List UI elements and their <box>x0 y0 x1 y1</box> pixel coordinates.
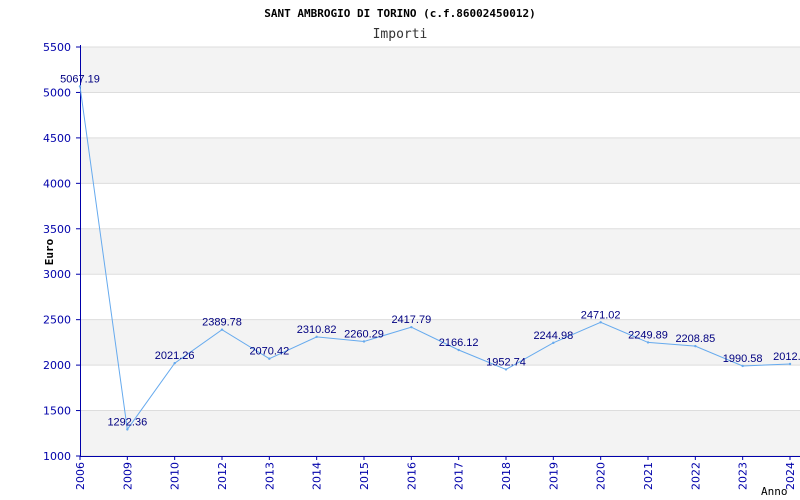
x-tick-label: 2017 <box>453 462 466 490</box>
grid-band <box>80 274 800 320</box>
data-point <box>78 85 82 88</box>
data-point <box>362 340 366 343</box>
data-point <box>599 321 602 324</box>
data-label: 2166.12 <box>439 337 479 349</box>
y-tick-label: 5000 <box>43 86 71 99</box>
x-tick-label: 2009 <box>121 462 134 490</box>
x-tick-label: 2021 <box>642 462 655 490</box>
x-tick-labels: 2006 2009 2010 2012 2013 2014 2015 2016 2017 2018… <box>74 456 797 490</box>
grid-band <box>80 228 800 275</box>
grid-band <box>80 92 800 138</box>
x-tick-label: 2012 <box>216 462 229 490</box>
data-label: 2260.29 <box>344 328 384 340</box>
x-tick-label: 2013 <box>263 462 276 490</box>
data-label: 2012.2 <box>773 351 800 363</box>
data-point <box>315 335 318 339</box>
y-tick-label: 5500 <box>43 41 71 54</box>
data-label: 2249.89 <box>628 329 668 341</box>
y-tick-label: 3500 <box>43 223 71 236</box>
data-label: 2417.79 <box>391 314 431 326</box>
data-point <box>552 341 555 345</box>
grid-band <box>80 137 800 184</box>
x-tick-label: 2019 <box>547 462 560 490</box>
chart-title: SANT AMBROGIO DI TORINO (c.f.86002450012… <box>264 7 536 20</box>
data-label: 2310.82 <box>297 324 337 336</box>
data-label: 1952.74 <box>486 356 526 368</box>
y-tick-label: 4000 <box>43 177 71 190</box>
data-label: 2471.02 <box>581 309 621 321</box>
data-label: 2389.78 <box>202 317 242 329</box>
data-point <box>173 361 176 365</box>
x-tick-label: 2016 <box>405 462 418 490</box>
y-axis-label: Euro <box>43 238 56 265</box>
data-label: 2244.98 <box>533 330 573 342</box>
data-label: 1292.36 <box>107 416 147 428</box>
grid-band <box>80 410 800 456</box>
data-point <box>646 341 650 344</box>
x-tick-label: 2010 <box>169 462 182 490</box>
y-tick-label: 4500 <box>43 132 71 145</box>
chart: 1000 1500 2000 2500 3000 3500 4000 4500 5000 5500… <box>0 0 800 500</box>
x-tick-label: 2014 <box>311 462 324 490</box>
x-tick-label: 2023 <box>737 462 750 490</box>
data-point <box>741 364 744 368</box>
y-tick-label: 2500 <box>43 314 71 327</box>
data-point <box>410 325 413 329</box>
data-point <box>268 357 271 360</box>
data-point <box>220 328 224 331</box>
grid-band <box>80 183 800 229</box>
y-tick-label: 1000 <box>43 450 71 463</box>
data-label: 2208.85 <box>675 333 715 345</box>
data-point <box>126 428 129 431</box>
grid-band <box>80 47 800 93</box>
data-point <box>694 344 697 348</box>
y-tick-label: 1500 <box>43 405 71 418</box>
data-point <box>457 348 460 352</box>
data-label: 2070.42 <box>249 346 289 358</box>
data-label: 1990.58 <box>723 353 763 365</box>
y-tick-label: 2000 <box>43 359 71 372</box>
x-tick-label: 2018 <box>500 462 513 490</box>
data-point <box>788 362 792 366</box>
x-tick-label: 2006 <box>74 462 87 490</box>
x-tick-label: 2015 <box>358 462 371 490</box>
data-label: 2021.26 <box>155 350 195 362</box>
grid-band <box>80 365 800 411</box>
data-label: 5067.19 <box>60 73 100 85</box>
data-point <box>504 368 508 371</box>
x-tick-label: 2020 <box>595 462 608 490</box>
y-tick-label: 3000 <box>43 268 71 281</box>
chart-svg: 1000 1500 2000 2500 3000 3500 4000 4500 5000 5500… <box>43 7 800 498</box>
x-axis-label: Anno <box>761 485 788 498</box>
x-tick-label: 2022 <box>689 462 702 490</box>
grid-bands <box>80 47 800 456</box>
chart-subtitle: Importi <box>373 27 428 42</box>
